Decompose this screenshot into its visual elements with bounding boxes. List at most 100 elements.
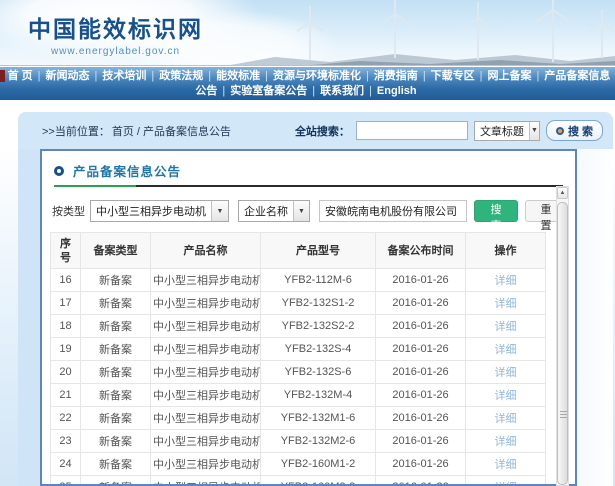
row-product-name: 中小型三相异步电动机 [151,269,261,292]
search-field-value: 企业名称 [239,203,293,219]
vertical-scrollbar[interactable]: ▲ [556,186,569,486]
product-type-value: 中小型三相异步电动机 [91,203,211,219]
row-action: 详细 [466,430,546,453]
nav-item[interactable]: English [374,85,420,97]
breadcrumb: >>当前位置： 首页 / 产品备案信息公告 [42,123,231,139]
scroll-up-arrow-icon[interactable]: ▲ [557,187,568,199]
row-product-name: 中小型三相异步电动机 [151,453,261,476]
breadcrumb-path[interactable]: 首页 / 产品备案信息公告 [112,123,231,139]
nav-separator: | [367,85,374,97]
row-publish-date: 2016-01-26 [376,315,466,338]
page-title: 产品备案信息公告 [73,161,181,180]
site-url: www.energylabel.gov.cn [28,46,203,57]
detail-link[interactable]: 详细 [495,321,517,333]
detail-link[interactable]: 详细 [495,367,517,379]
col-header-product-name: 产品名称 [151,233,261,269]
row-product-model: YFB2-132S-6 [261,361,376,384]
nav-item[interactable]: 资源与环境标准化 [270,70,364,82]
breadcrumb-prefix: >>当前位置： [42,123,110,139]
row-product-model: YFB2-160M1-2 [261,453,376,476]
row-publish-date: 2016-01-26 [376,361,466,384]
nav-item[interactable]: 政策法规 [156,70,206,82]
row-action: 详细 [466,269,546,292]
site-header: 中国能效标识网 www.energylabel.gov.cn [0,0,615,66]
nav-item[interactable]: 首 页 [5,70,36,82]
nav-item[interactable]: 技术培训 [99,70,149,82]
detail-link[interactable]: 详细 [495,390,517,402]
site-search: 全站搜索： 文章标题 ▼ 搜 索 [295,120,603,141]
row-action: 详细 [466,361,546,384]
table-row: 24新备案中小型三相异步电动机YFB2-160M1-22016-01-26详细 [51,453,546,476]
search-button[interactable]: 搜索 [474,200,518,222]
nav-accent-mark [0,70,5,82]
detail-link[interactable]: 详细 [495,482,517,486]
scrollbar-thumb[interactable] [557,202,568,485]
site-search-input[interactable] [356,121,468,140]
col-header-publish-date: 备案公布时间 [376,233,466,269]
nav-item[interactable]: 能效标准 [213,70,263,82]
detail-link[interactable]: 详细 [495,298,517,310]
col-header-action: 操作 [466,233,546,269]
row-no: 25 [51,476,81,486]
chevron-down-icon: ▼ [293,201,309,221]
table-row: 17新备案中小型三相异步电动机YFB2-132S1-22016-01-26详细 [51,292,546,315]
table-row: 22新备案中小型三相异步电动机YFB2-132M1-62016-01-26详细 [51,407,546,430]
nav-list: 首 页|新闻动态|技术培训|政策法规|能效标准|资源与环境标准化|消费指南|下载… [5,70,611,97]
row-product-model: YFB2-132M-4 [261,384,376,407]
row-no: 20 [51,361,81,384]
row-type: 新备案 [81,407,151,430]
col-header-type: 备案类型 [81,233,151,269]
nav-item[interactable]: 新闻动态 [43,70,93,82]
search-field-select[interactable]: 企业名称 ▼ [238,200,310,222]
search-icon [556,127,564,135]
site-search-label: 全站搜索： [295,123,350,139]
company-keyword-input[interactable] [319,200,467,222]
site-title: 中国能效标识网 [28,10,203,44]
row-product-model: YFB2-132S-4 [261,338,376,361]
row-no: 23 [51,430,81,453]
row-product-name: 中小型三相异步电动机 [151,407,261,430]
row-action: 详细 [466,384,546,407]
nav-item[interactable]: 下载专区 [428,70,478,82]
table-row: 25新备案中小型三相异步电动机YFB2-160M2-22016-01-26详细 [51,476,546,486]
nav-item[interactable]: 消费指南 [371,70,421,82]
detail-link[interactable]: 详细 [495,436,517,448]
row-type: 新备案 [81,269,151,292]
table-header-row: 序号 备案类型 产品名称 产品型号 备案公布时间 操作 [51,233,546,269]
row-publish-date: 2016-01-26 [376,453,466,476]
row-publish-date: 2016-01-26 [376,407,466,430]
row-product-model: YFB2-132M2-6 [261,430,376,453]
table-row: 19新备案中小型三相异步电动机YFB2-132S-42016-01-26详细 [51,338,546,361]
breadcrumb-bar: >>当前位置： 首页 / 产品备案信息公告 全站搜索： 文章标题 ▼ 搜 索 [18,112,613,149]
detail-link[interactable]: 详细 [495,459,517,471]
detail-link[interactable]: 详细 [495,275,517,287]
detail-link[interactable]: 详细 [495,413,517,425]
row-type: 新备案 [81,361,151,384]
product-type-select[interactable]: 中小型三相异步电动机 ▼ [90,200,229,222]
row-action: 详细 [466,453,546,476]
chevron-down-icon: ▼ [211,201,228,221]
col-header-no: 序号 [51,233,81,269]
row-type: 新备案 [81,315,151,338]
nav-separator: | [364,70,371,82]
nav-item[interactable]: 联系我们 [317,85,367,97]
site-search-button[interactable]: 搜 索 [546,120,603,141]
row-action: 详细 [466,292,546,315]
row-publish-date: 2016-01-26 [376,430,466,453]
nav-item[interactable]: 网上备案 [485,70,535,82]
row-no: 24 [51,453,81,476]
col-header-product-model: 产品型号 [261,233,376,269]
row-type: 新备案 [81,430,151,453]
row-no: 16 [51,269,81,292]
site-search-button-label: 搜 索 [568,123,593,139]
search-category-select[interactable]: 文章标题 ▼ [474,121,540,141]
table-row: 23新备案中小型三相异步电动机YFB2-132M2-62016-01-26详细 [51,430,546,453]
detail-link[interactable]: 详细 [495,344,517,356]
row-no: 18 [51,315,81,338]
nav-item[interactable]: 实验室备案公告 [227,85,310,97]
filter-bar: 按类型 中小型三相异步电动机 ▼ 企业名称 ▼ 搜索 重置 [50,200,567,222]
row-type: 新备案 [81,338,151,361]
table-row: 20新备案中小型三相异步电动机YFB2-132S-62016-01-26详细 [51,361,546,384]
chevron-down-icon: ▼ [529,122,539,140]
row-type: 新备案 [81,292,151,315]
